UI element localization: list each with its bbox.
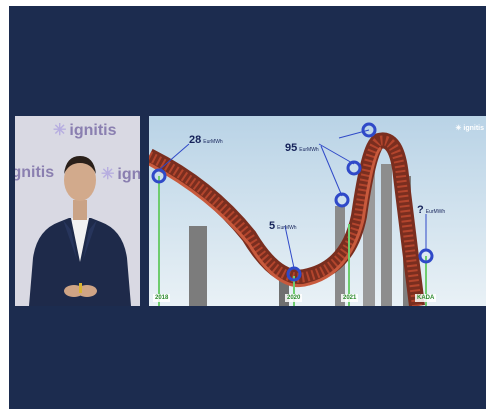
year-label-2018: 2018 (153, 294, 171, 302)
value-text: ? (417, 204, 424, 216)
unit-text: EurMWh (299, 147, 319, 153)
value-text: 28 (189, 134, 202, 146)
value-label-future: ? EurMWh (417, 200, 445, 218)
asterisk-icon: ✳ (53, 122, 67, 139)
brand-logo-top: ✳ ignitis (53, 120, 117, 140)
presenter-figure (29, 156, 131, 306)
chart-panel: ✳ ignitis 28 EurMWh 5 EurMWh 95 EurMWh ? Eur… (149, 116, 486, 306)
asterisk-icon: ✳ (455, 125, 462, 132)
value-text: 5 (269, 220, 276, 232)
unit-text: EurMWh (203, 139, 223, 145)
year-label-2021: 2021 (341, 294, 359, 302)
year-label-future: KADA (415, 294, 437, 302)
presenter-panel: ✳ignitis ignitis ✳ignitis (15, 116, 140, 306)
brand-logo-text: ignitis (69, 122, 117, 139)
value-label-2020: 5 EurMWh (269, 216, 297, 234)
value-label-2018: 28 EurMWh (189, 130, 223, 148)
corner-logo-text: ignitis (463, 125, 484, 132)
year-label-2020: 2020 (285, 294, 303, 302)
unit-text: EurMWh (277, 225, 297, 231)
unit-text: EurMWh (425, 209, 446, 215)
value-label-2021: 95 EurMWh (285, 138, 319, 156)
corner-logo: ✳ ignitis (456, 124, 484, 132)
video-frame: ✳ignitis ignitis ✳ignitis (9, 6, 486, 409)
value-text: 95 (285, 142, 298, 154)
